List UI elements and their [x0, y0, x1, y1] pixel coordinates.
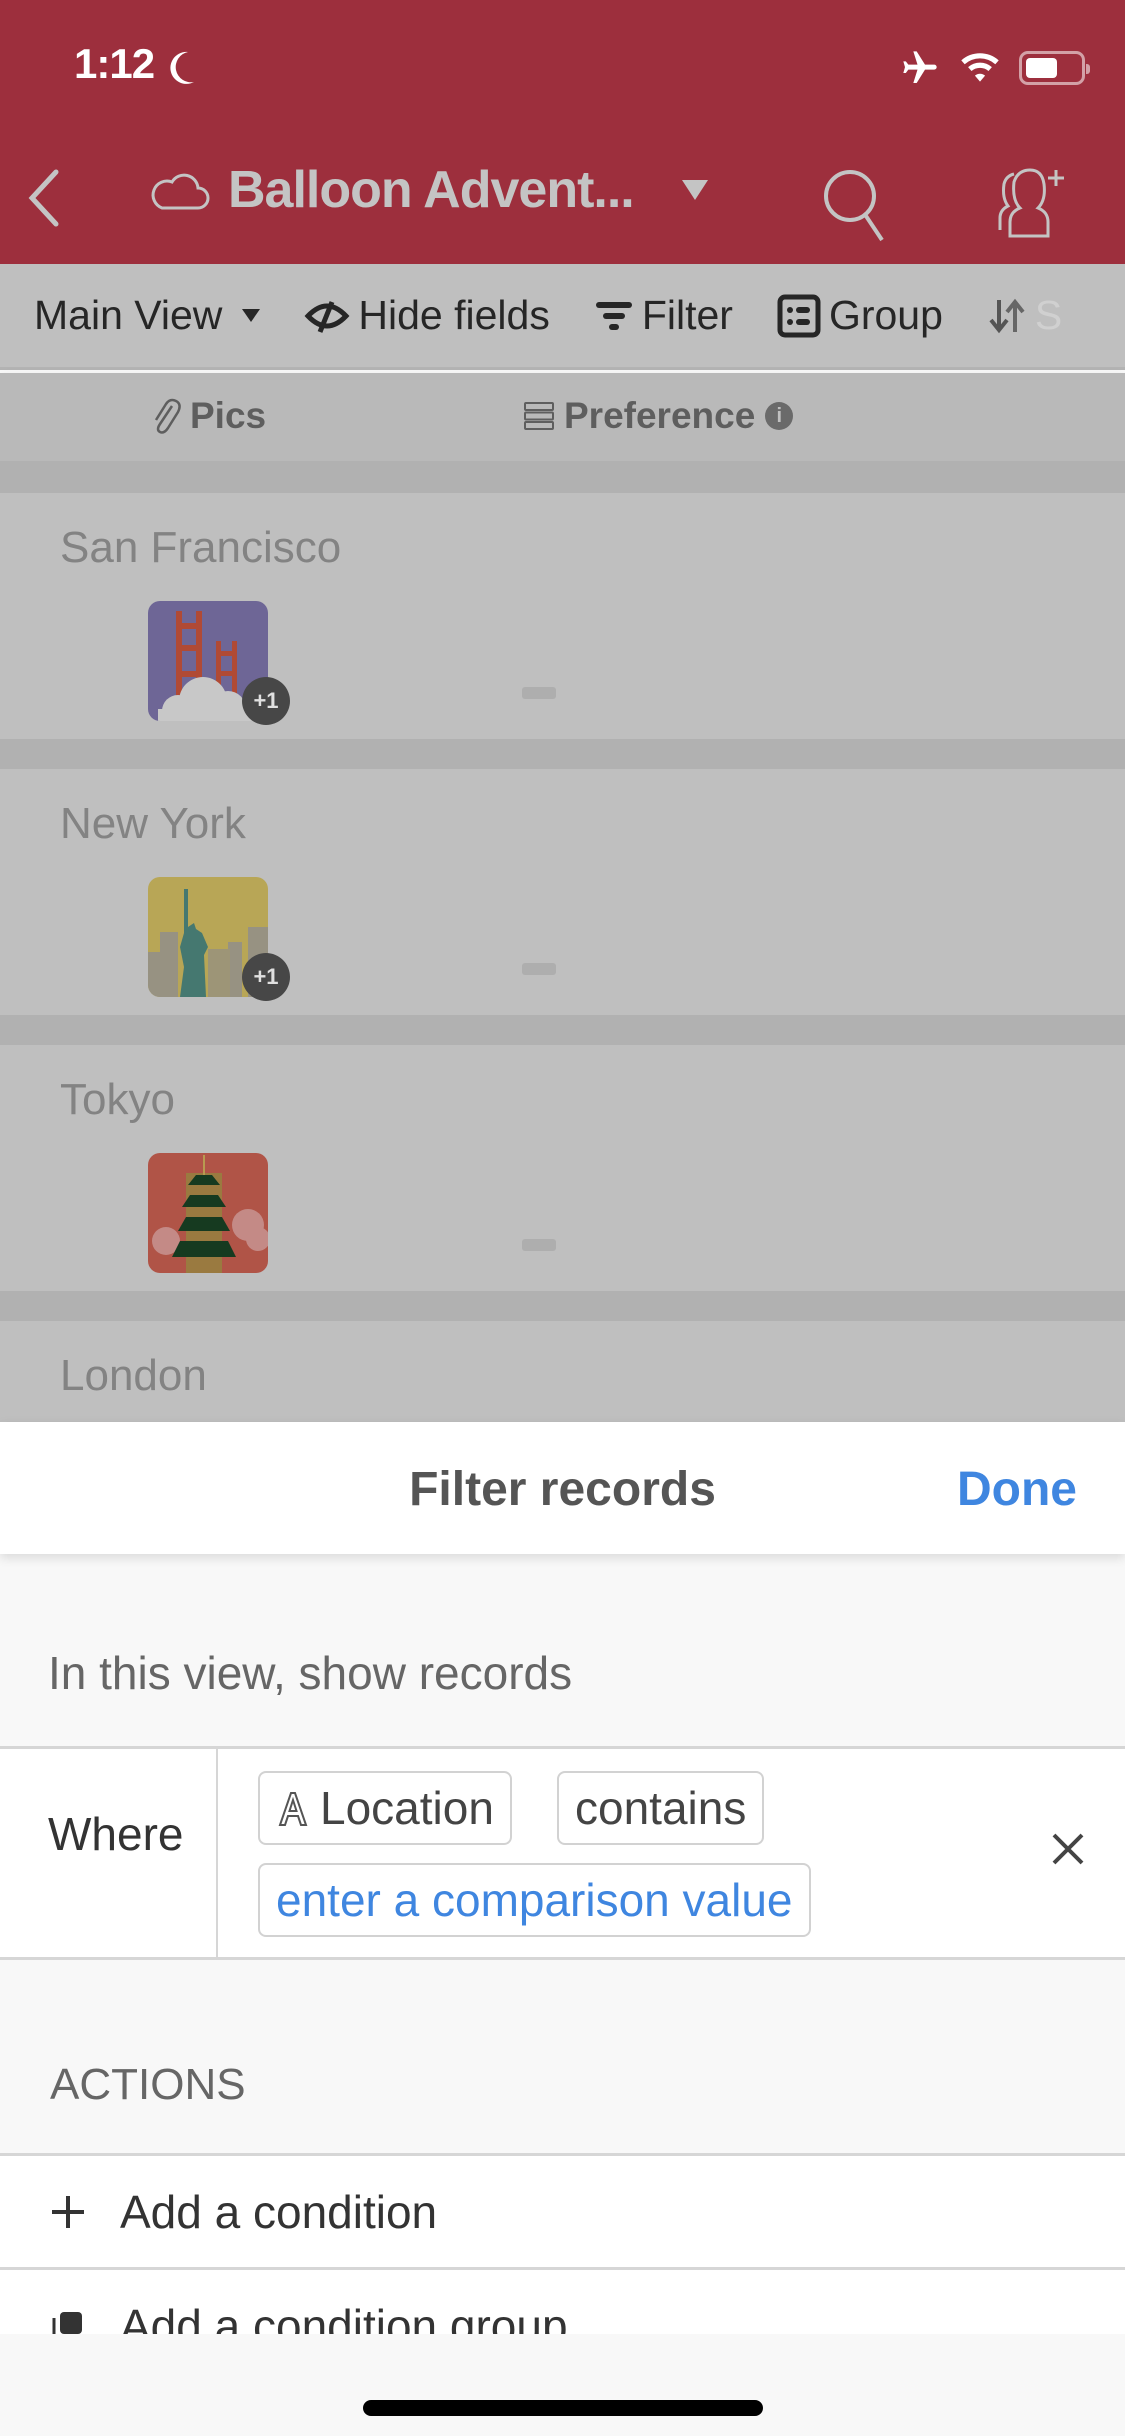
airplane-icon	[903, 51, 937, 83]
cloud-icon	[151, 173, 210, 210]
app-header: 1:12 Balloon Advent...	[0, 0, 1125, 264]
view-toolbar: Main View Hide fields Filter Group S	[0, 264, 1125, 370]
caret-down-icon	[242, 309, 261, 322]
sort-label: S	[1034, 292, 1063, 338]
empty-value-placeholder	[522, 687, 556, 699]
column-pics-label: Pics	[190, 395, 267, 436]
base-title: Balloon Advent...	[228, 161, 635, 219]
condition-conjunction: Where	[48, 1808, 184, 1860]
more-attachments-badge: +1	[242, 953, 290, 1001]
battery-icon	[1019, 51, 1090, 85]
add-condition-label: Add a condition	[120, 2185, 438, 2238]
moon-icon	[170, 51, 194, 84]
condition-value-input[interactable]: enter a comparison value	[258, 1863, 811, 1937]
condition-field-select[interactable]: Location	[258, 1771, 512, 1845]
pagoda-image	[152, 1155, 268, 1273]
actions-section-header: ACTIONS	[50, 2060, 246, 2109]
hide-eye-icon	[304, 300, 350, 333]
record-name: New York	[60, 799, 246, 848]
add-condition-button[interactable]: Add a condition	[0, 2153, 1125, 2267]
wifi-icon	[961, 53, 999, 82]
record-list: San Francisco +1 New York +1 Tokyo Londo…	[0, 461, 1125, 1423]
filter-intro-text: In this view, show records	[48, 1647, 573, 1699]
search-icon[interactable]	[820, 164, 892, 244]
group-label: Group	[828, 292, 943, 338]
filter-condition-row: Where Location contains enter a comparis…	[0, 1746, 1125, 1960]
group-icon	[777, 294, 821, 337]
filter-button[interactable]: Filter	[594, 292, 733, 339]
multiline-text-icon	[524, 402, 554, 430]
paperclip-icon	[154, 398, 181, 434]
filter-icon	[595, 301, 632, 330]
plus-icon	[50, 2194, 90, 2230]
record-card[interactable]: San Francisco +1	[0, 493, 1125, 739]
group-button[interactable]: Group	[777, 292, 943, 339]
hide-fields-button[interactable]: Hide fields	[304, 292, 550, 339]
more-attachments-badge: +1	[242, 677, 290, 725]
close-icon	[1052, 1833, 1084, 1865]
record-card[interactable]: New York +1	[0, 769, 1125, 1015]
record-name: London	[60, 1351, 207, 1400]
divider	[216, 1749, 218, 1957]
view-switcher-button[interactable]: Main View	[34, 292, 261, 339]
record-card[interactable]: London	[0, 1321, 1125, 1423]
done-button[interactable]: Done	[957, 1462, 1077, 1517]
home-bar-area	[0, 2334, 1125, 2436]
filter-label: Filter	[641, 292, 733, 338]
home-indicator[interactable]	[363, 2400, 763, 2416]
column-preference[interactable]: Preference i	[524, 395, 794, 437]
sort-icon	[989, 298, 1025, 333]
attachment-thumbnail[interactable]	[148, 1153, 268, 1273]
status-icons	[899, 48, 1090, 88]
filter-sheet-header: Filter records Done	[0, 1422, 1125, 1554]
condition-field-label: Location	[320, 1782, 494, 1834]
empty-value-placeholder	[522, 1239, 556, 1251]
record-name: San Francisco	[60, 523, 342, 572]
condition-operator-select[interactable]: contains	[557, 1771, 765, 1845]
status-time: 1:12	[74, 40, 155, 87]
column-preference-label: Preference	[564, 395, 756, 436]
remove-condition-button[interactable]	[1044, 1825, 1092, 1873]
info-icon[interactable]: i	[765, 402, 794, 430]
column-pics[interactable]: Pics	[150, 395, 266, 437]
hide-fields-label: Hide fields	[358, 292, 550, 338]
add-collaborator-icon[interactable]	[990, 164, 1070, 244]
view-name: Main View	[34, 292, 223, 338]
column-header: Pics Preference i	[0, 373, 1125, 461]
record-name: Tokyo	[60, 1075, 175, 1124]
text-field-icon	[278, 1792, 308, 1826]
sort-button[interactable]: S	[987, 292, 1062, 339]
chevron-left-icon[interactable]	[22, 168, 66, 228]
caret-down-icon	[681, 180, 708, 200]
empty-value-placeholder	[522, 963, 556, 975]
base-switcher[interactable]: Balloon Advent...	[148, 160, 708, 220]
record-card[interactable]: Tokyo	[0, 1045, 1125, 1291]
